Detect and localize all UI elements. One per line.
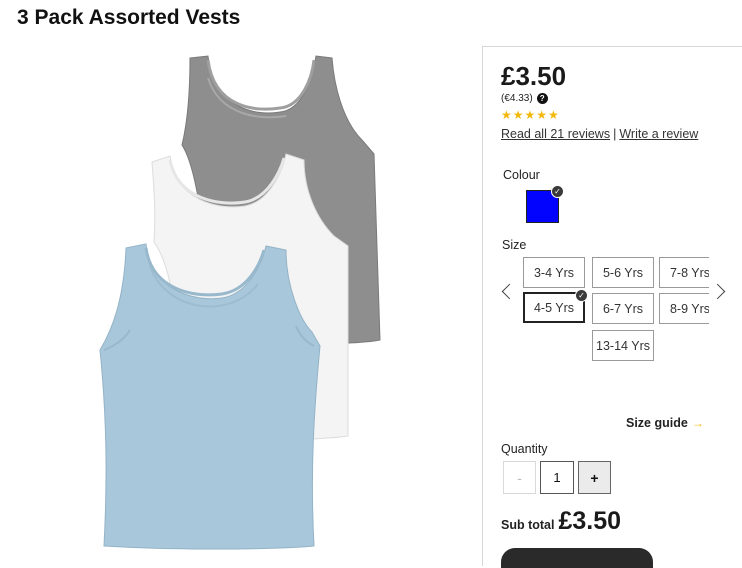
add-to-basket-button[interactable] <box>501 548 653 568</box>
checkmark-icon: ✓ <box>551 185 564 198</box>
read-reviews-link[interactable]: Read all 21 reviews <box>501 127 610 141</box>
product-title: 3 Pack Assorted Vests <box>17 6 241 29</box>
size-option-7-8[interactable]: 7-8 Yrs <box>659 257 709 288</box>
size-label: Size <box>502 238 527 252</box>
size-guide-link[interactable]: Size guide → <box>626 416 704 430</box>
chevron-right-icon[interactable] <box>709 283 726 300</box>
product-image <box>99 55 381 550</box>
euro-price: (€4.33) ? <box>501 93 548 104</box>
arrow-right-icon: → <box>691 416 704 430</box>
rating-stars: ★★★★★ <box>501 108 560 122</box>
reviews-separator: | <box>613 127 617 141</box>
subtotal-label: Sub total <box>501 518 555 532</box>
size-option-label: 4-5 Yrs <box>533 300 575 315</box>
quantity-input[interactable]: 1 <box>540 461 574 494</box>
chevron-left-icon[interactable] <box>501 283 518 300</box>
size-option-13-14[interactable]: 13-14 Yrs <box>592 330 654 361</box>
subtotal-value: £3.50 <box>558 507 622 535</box>
write-review-link[interactable]: Write a review <box>619 127 698 141</box>
reviews-links: Read all 21 reviews | Write a review <box>501 127 698 141</box>
help-icon[interactable]: ? <box>536 93 548 104</box>
size-options: 3-4 Yrs 5-6 Yrs 7-8 Yrs 4-5 Yrs ✓ 6-7 Yr… <box>521 257 709 367</box>
quantity-label: Quantity <box>501 442 548 456</box>
size-option-4-5[interactable]: 4-5 Yrs ✓ <box>523 289 588 323</box>
size-guide-label: Size guide <box>626 416 688 430</box>
quantity-stepper: - 1 + <box>503 461 611 494</box>
price: £3.50 <box>501 61 567 91</box>
size-option-3-4[interactable]: 3-4 Yrs <box>523 257 585 288</box>
euro-price-value: (€4.33) <box>501 93 533 104</box>
subtotal: Sub total £3.50 <box>501 507 621 536</box>
size-option-5-6[interactable]: 5-6 Yrs <box>592 257 654 288</box>
decrease-quantity-button[interactable]: - <box>503 461 536 494</box>
checkmark-icon: ✓ <box>575 289 588 302</box>
size-option-6-7[interactable]: 6-7 Yrs <box>592 293 654 324</box>
size-option-8-9[interactable]: 8-9 Yrs <box>659 293 709 324</box>
purchase-panel: £3.50 (€4.33) ? ★★★★★ Read all 21 review… <box>482 46 742 568</box>
colour-swatch-selected[interactable]: ✓ <box>526 185 564 223</box>
colour-label: Colour <box>503 168 540 182</box>
increase-quantity-button[interactable]: + <box>578 461 611 494</box>
